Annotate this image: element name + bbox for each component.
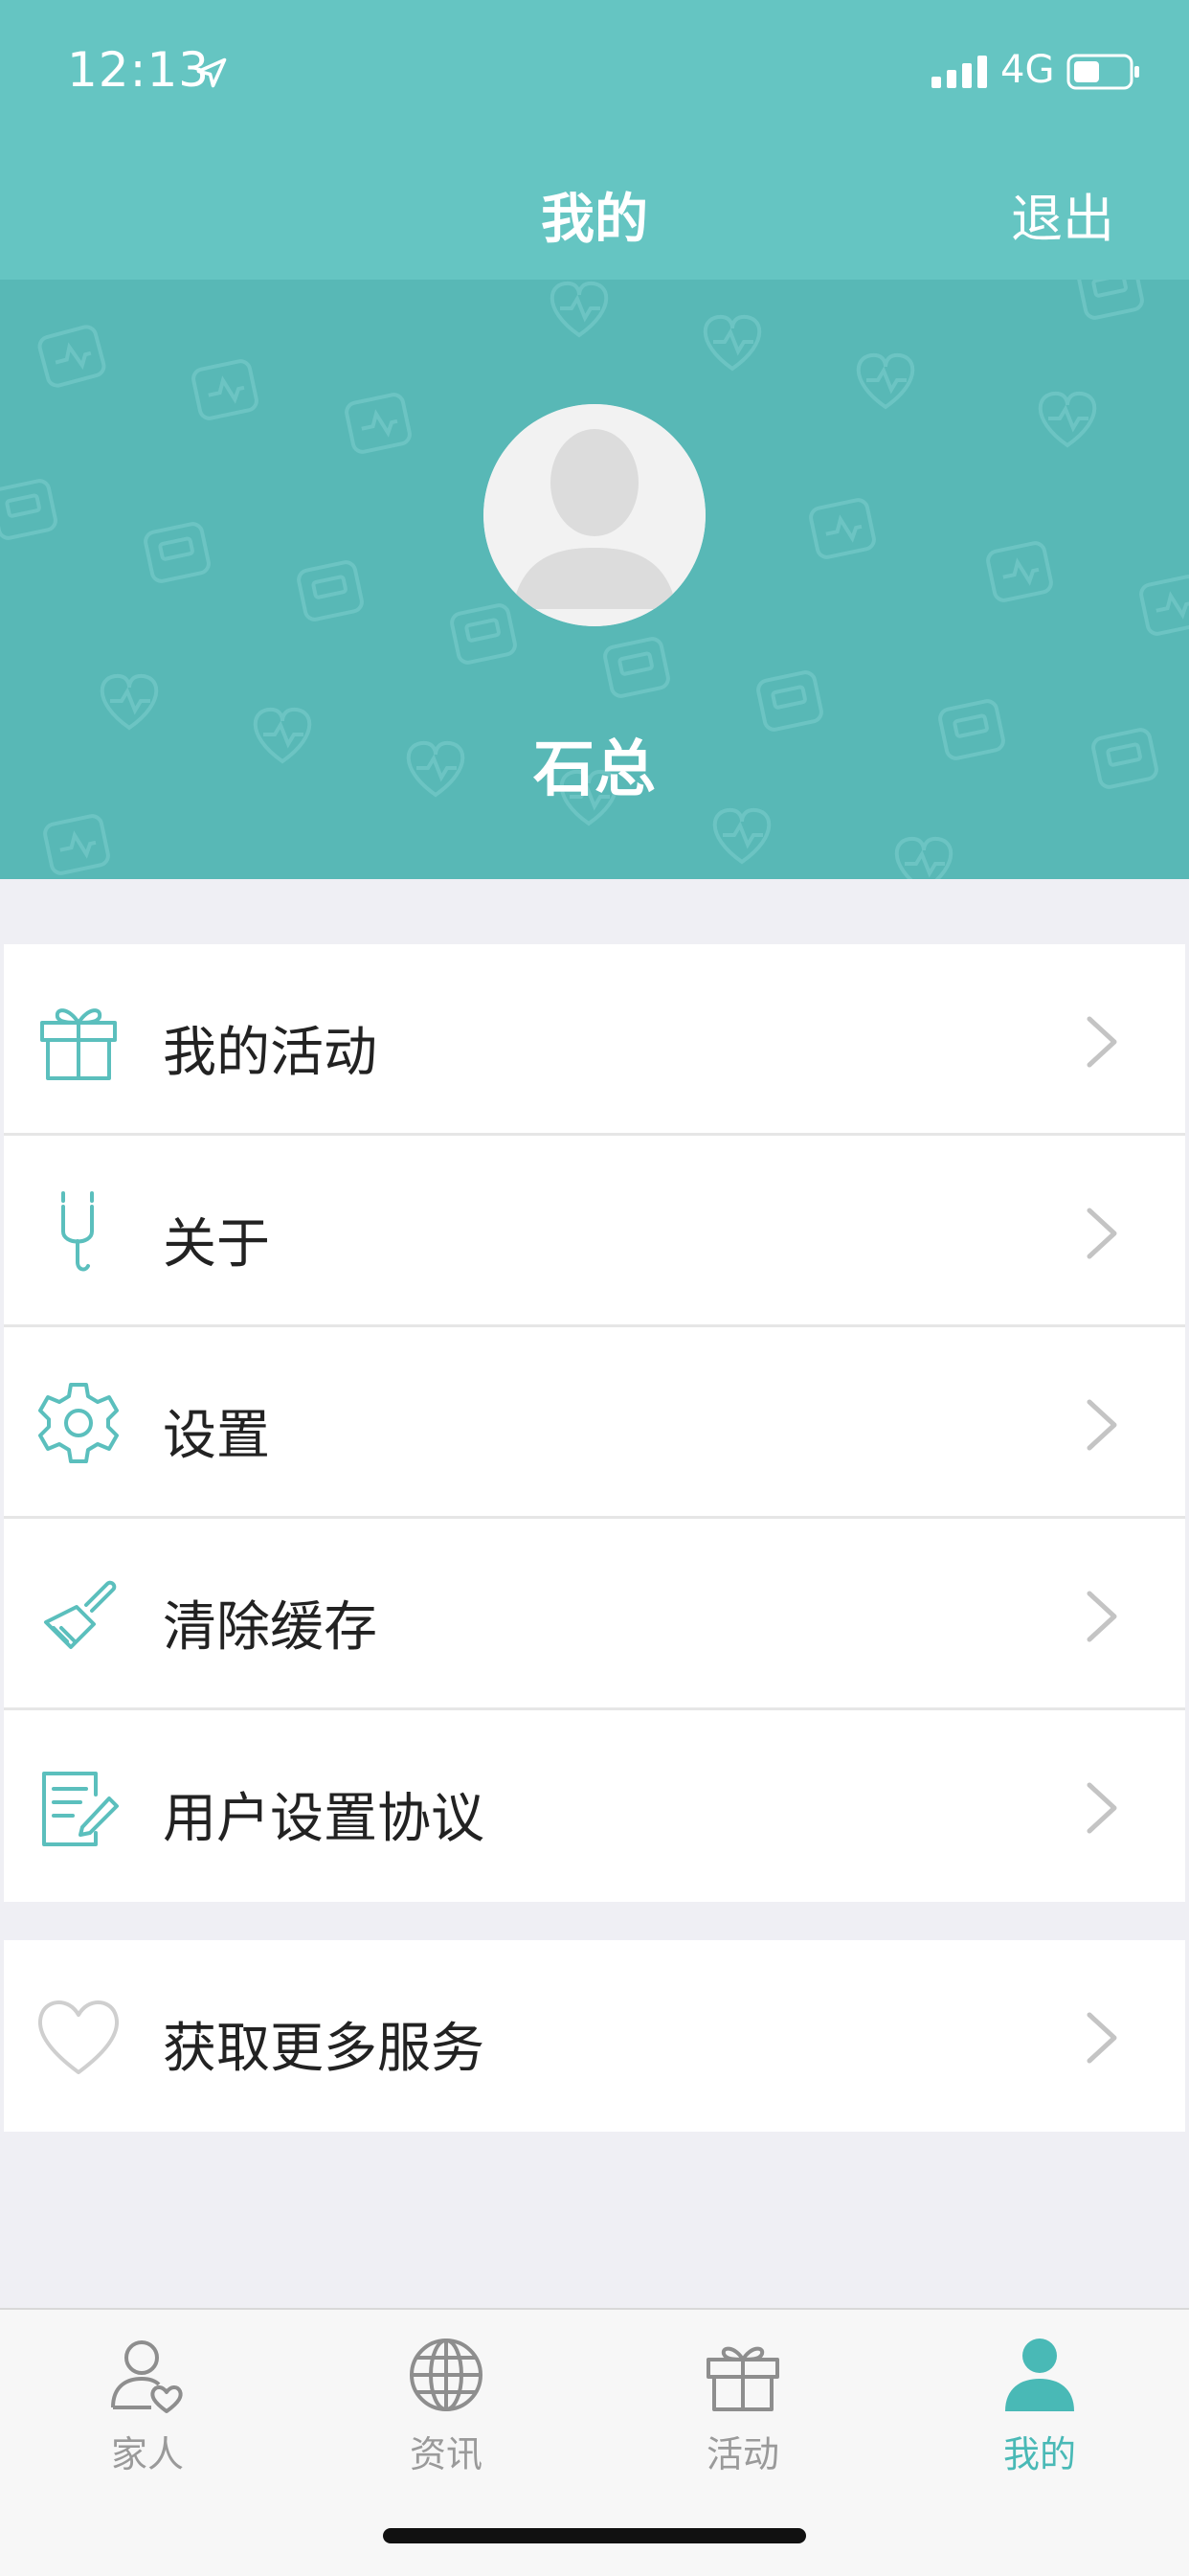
menu-item-about[interactable]: 关于 xyxy=(4,1136,1185,1327)
chevron-right-icon xyxy=(1087,2012,1117,2064)
gift-icon xyxy=(40,1008,117,1080)
person-icon xyxy=(1005,2339,1074,2411)
tab-activity[interactable]: 活动 xyxy=(657,2335,829,2477)
chevron-right-icon xyxy=(1087,1782,1117,1834)
menu-label: 设置 xyxy=(163,1405,270,1467)
person-heart-icon xyxy=(111,2340,183,2413)
chevron-right-icon xyxy=(1087,1399,1117,1451)
menu-item-my-activities[interactable]: 我的活动 xyxy=(4,944,1185,1136)
tab-label: 活动 xyxy=(706,2433,779,2475)
avatar[interactable] xyxy=(483,404,706,626)
chevron-right-icon xyxy=(1087,1208,1117,1259)
tab-label: 资讯 xyxy=(409,2433,482,2475)
menu-label: 用户设置协议 xyxy=(163,1788,484,1850)
location-arrow-icon xyxy=(196,57,227,88)
tab-label: 我的 xyxy=(1002,2433,1076,2475)
menu-label: 我的活动 xyxy=(163,1022,377,1084)
logout-button[interactable]: 退出 xyxy=(1011,176,1114,252)
tab-mine[interactable]: 我的 xyxy=(953,2335,1126,2477)
menu-item-settings[interactable]: 设置 xyxy=(4,1327,1185,1519)
profile-header: 石总 xyxy=(0,280,1189,879)
user-name: 石总 xyxy=(533,734,656,805)
battery-icon xyxy=(1066,54,1139,90)
chevron-right-icon xyxy=(1087,1591,1117,1642)
heart-icon xyxy=(38,2000,119,2074)
status-bar: 12:13 4G xyxy=(0,0,1189,144)
menu-item-clear-cache[interactable]: 清除缓存 xyxy=(4,1519,1185,1710)
menu-label: 关于 xyxy=(163,1213,270,1276)
menu-group-main: 我的活动 关于 设置 清除缓存 用户设置协议 xyxy=(4,944,1185,1902)
gift-icon xyxy=(707,2346,779,2411)
tab-family[interactable]: 家人 xyxy=(61,2335,234,2477)
stethoscope-icon xyxy=(61,1191,94,1272)
document-edit-icon xyxy=(42,1772,119,1846)
signal-icon xyxy=(931,56,987,88)
brush-icon xyxy=(44,1580,117,1649)
home-indicator[interactable] xyxy=(383,2528,806,2543)
gear-icon xyxy=(38,1383,119,1463)
status-time: 12:13 xyxy=(67,42,211,98)
navigation-bar: 我的 退出 xyxy=(0,144,1189,280)
menu-item-user-agreement[interactable]: 用户设置协议 xyxy=(4,1710,1185,1902)
menu-item-more-services[interactable]: 获取更多服务 xyxy=(4,1940,1185,2132)
globe-icon xyxy=(410,2339,482,2411)
default-avatar-icon xyxy=(483,404,706,626)
menu-group-services: 获取更多服务 xyxy=(4,1940,1185,2132)
menu-label: 清除缓存 xyxy=(163,1596,377,1659)
tab-label: 家人 xyxy=(110,2433,184,2475)
chevron-right-icon xyxy=(1087,1016,1117,1068)
network-type: 4G xyxy=(1000,48,1055,92)
tab-news[interactable]: 资讯 xyxy=(360,2335,532,2477)
menu-label: 获取更多服务 xyxy=(163,2018,484,2080)
